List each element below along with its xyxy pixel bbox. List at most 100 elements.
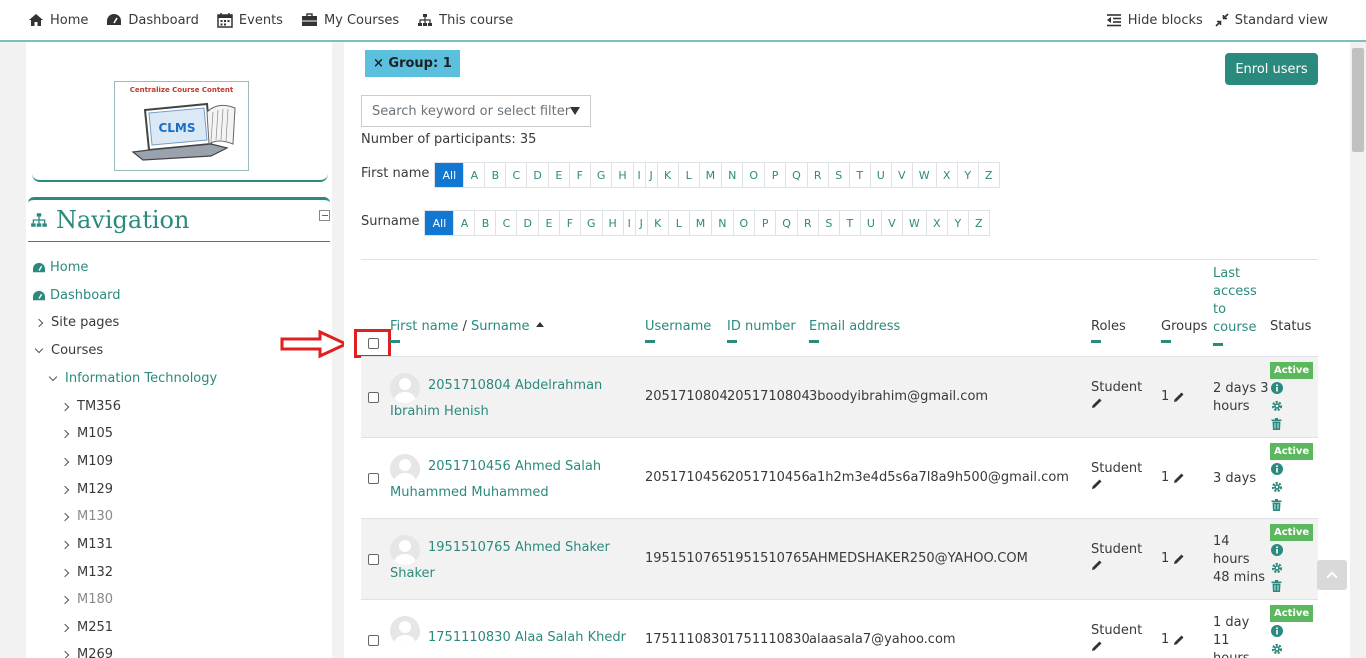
- nav-tree-course[interactable]: M269: [60, 647, 113, 658]
- nav-dashboard[interactable]: Dashboard: [106, 13, 199, 28]
- surname-initial-button[interactable]: L: [667, 211, 689, 235]
- search-filter-input[interactable]: Search keyword or select filter: [361, 95, 591, 127]
- surname-initial-button[interactable]: W: [901, 211, 926, 235]
- nav-tree-course[interactable]: M105: [60, 426, 113, 441]
- info-icon[interactable]: [1271, 463, 1283, 475]
- first-name-initial-button[interactable]: Y: [956, 163, 978, 187]
- collapse-column-icon[interactable]: [809, 340, 819, 343]
- sort-surname-link[interactable]: Surname: [471, 319, 529, 334]
- surname-initial-button[interactable]: V: [880, 211, 902, 235]
- row-select-checkbox[interactable]: [368, 392, 379, 403]
- first-name-initial-button[interactable]: A: [463, 163, 485, 187]
- user-avatar[interactable]: [390, 616, 420, 646]
- surname-initial-button[interactable]: Q: [775, 211, 797, 235]
- first-name-initial-button[interactable]: O: [742, 163, 765, 187]
- surname-initial-button[interactable]: O: [732, 211, 755, 235]
- gear-icon[interactable]: [1271, 562, 1283, 574]
- info-icon[interactable]: [1271, 382, 1283, 394]
- collapse-block-icon[interactable]: [319, 210, 330, 221]
- first-name-initial-button[interactable]: F: [568, 163, 590, 187]
- trash-icon[interactable]: [1271, 580, 1282, 592]
- gear-icon[interactable]: [1271, 643, 1283, 655]
- select-all-checkbox[interactable]: [368, 338, 379, 349]
- scrollbar-thumb[interactable]: [1352, 48, 1364, 152]
- first-name-initial-button[interactable]: W: [911, 163, 936, 187]
- surname-initial-button[interactable]: E: [537, 211, 559, 235]
- surname-initial-button[interactable]: R: [796, 211, 818, 235]
- participant-name-link[interactable]: 2051710456 Ahmed Salah: [428, 459, 601, 474]
- participant-name-link[interactable]: Muhammed Muhammed: [390, 485, 549, 500]
- first-name-initial-button[interactable]: Z: [977, 163, 999, 187]
- nav-tree-dashboard[interactable]: Dashboard: [32, 288, 121, 303]
- nav-tree-course[interactable]: M129: [60, 482, 113, 497]
- participant-name-link[interactable]: 2051710804 Abdelrahman: [428, 378, 602, 393]
- first-name-initial-button[interactable]: D: [526, 163, 548, 187]
- surname-initial-button[interactable]: N: [711, 211, 733, 235]
- edit-pencil-icon[interactable]: [1173, 391, 1185, 403]
- collapse-column-icon[interactable]: [1161, 340, 1171, 343]
- nav-tree-information-technology[interactable]: Information Technology: [48, 371, 217, 386]
- nav-tree-courses[interactable]: Courses: [34, 343, 103, 358]
- sort-id-number-link[interactable]: ID number: [727, 319, 796, 334]
- nav-tree-course[interactable]: M131: [60, 537, 113, 552]
- first-name-initial-button[interactable]: R: [806, 163, 828, 187]
- nav-tree-course[interactable]: M132: [60, 565, 113, 580]
- first-name-initial-button[interactable]: K: [656, 163, 678, 187]
- surname-initial-button[interactable]: J: [634, 211, 647, 235]
- surname-initial-button[interactable]: K: [646, 211, 668, 235]
- first-name-initial-button[interactable]: J: [644, 163, 657, 187]
- sort-last-access-link-2[interactable]: access: [1213, 283, 1257, 301]
- first-name-initial-button[interactable]: U: [869, 163, 891, 187]
- user-avatar[interactable]: [390, 535, 420, 565]
- first-name-initial-button[interactable]: I: [632, 163, 645, 187]
- first-name-initial-button[interactable]: Q: [785, 163, 807, 187]
- collapse-column-icon[interactable]: [1091, 340, 1101, 343]
- first-name-initial-button[interactable]: G: [589, 163, 612, 187]
- group-filter-tag[interactable]: × Group: 1: [365, 50, 460, 77]
- edit-pencil-icon[interactable]: [1173, 634, 1185, 646]
- surname-initial-button[interactable]: A: [453, 211, 475, 235]
- nav-tree-course[interactable]: M109: [60, 454, 113, 469]
- surname-initial-button[interactable]: U: [859, 211, 881, 235]
- participant-name-link[interactable]: Shaker: [390, 566, 435, 581]
- surname-initial-button[interactable]: H: [601, 211, 623, 235]
- first-name-initial-button[interactable]: L: [677, 163, 699, 187]
- collapse-column-icon[interactable]: [645, 340, 655, 343]
- trash-icon[interactable]: [1271, 418, 1282, 430]
- info-icon[interactable]: [1271, 625, 1283, 637]
- edit-pencil-icon[interactable]: [1173, 472, 1185, 484]
- caret-down-icon[interactable]: [570, 107, 580, 115]
- row-select-checkbox[interactable]: [368, 473, 379, 484]
- nav-tree-site-pages[interactable]: Site pages: [34, 315, 119, 330]
- participant-name-link[interactable]: Ibrahim Henish: [390, 404, 489, 419]
- edit-pencil-icon[interactable]: [1091, 640, 1103, 652]
- surname-initial-button[interactable]: P: [754, 211, 776, 235]
- gear-icon[interactable]: [1271, 481, 1283, 493]
- trash-icon[interactable]: [1271, 499, 1282, 511]
- scroll-to-top-button[interactable]: [1317, 560, 1347, 590]
- surname-initial-button[interactable]: I: [622, 211, 635, 235]
- row-select-checkbox[interactable]: [368, 635, 379, 646]
- surname-initial-button[interactable]: Y: [946, 211, 968, 235]
- nav-my-courses[interactable]: My Courses: [301, 13, 399, 28]
- surname-initial-button[interactable]: Z: [967, 211, 989, 235]
- first-name-initial-button[interactable]: S: [827, 163, 849, 187]
- first-name-initial-button[interactable]: X: [935, 163, 957, 187]
- standard-view-button[interactable]: Standard view: [1215, 13, 1328, 28]
- collapse-column-icon[interactable]: [1213, 343, 1223, 346]
- first-name-initial-button[interactable]: N: [721, 163, 743, 187]
- nav-tree-course[interactable]: TM356: [60, 399, 121, 414]
- gear-icon[interactable]: [1271, 400, 1283, 412]
- surname-initial-button[interactable]: B: [474, 211, 496, 235]
- initial-all-button[interactable]: All: [435, 163, 464, 187]
- nav-tree-course[interactable]: M180: [60, 592, 113, 607]
- surname-initial-button[interactable]: M: [688, 211, 712, 235]
- surname-initial-button[interactable]: G: [579, 211, 602, 235]
- sort-last-access-link-1[interactable]: Last: [1213, 265, 1257, 283]
- enrol-users-button[interactable]: Enrol users: [1225, 53, 1318, 85]
- edit-pencil-icon[interactable]: [1091, 478, 1103, 490]
- surname-initial-button[interactable]: S: [817, 211, 839, 235]
- first-name-initial-button[interactable]: H: [611, 163, 633, 187]
- row-select-checkbox[interactable]: [368, 554, 379, 565]
- first-name-initial-button[interactable]: M: [698, 163, 722, 187]
